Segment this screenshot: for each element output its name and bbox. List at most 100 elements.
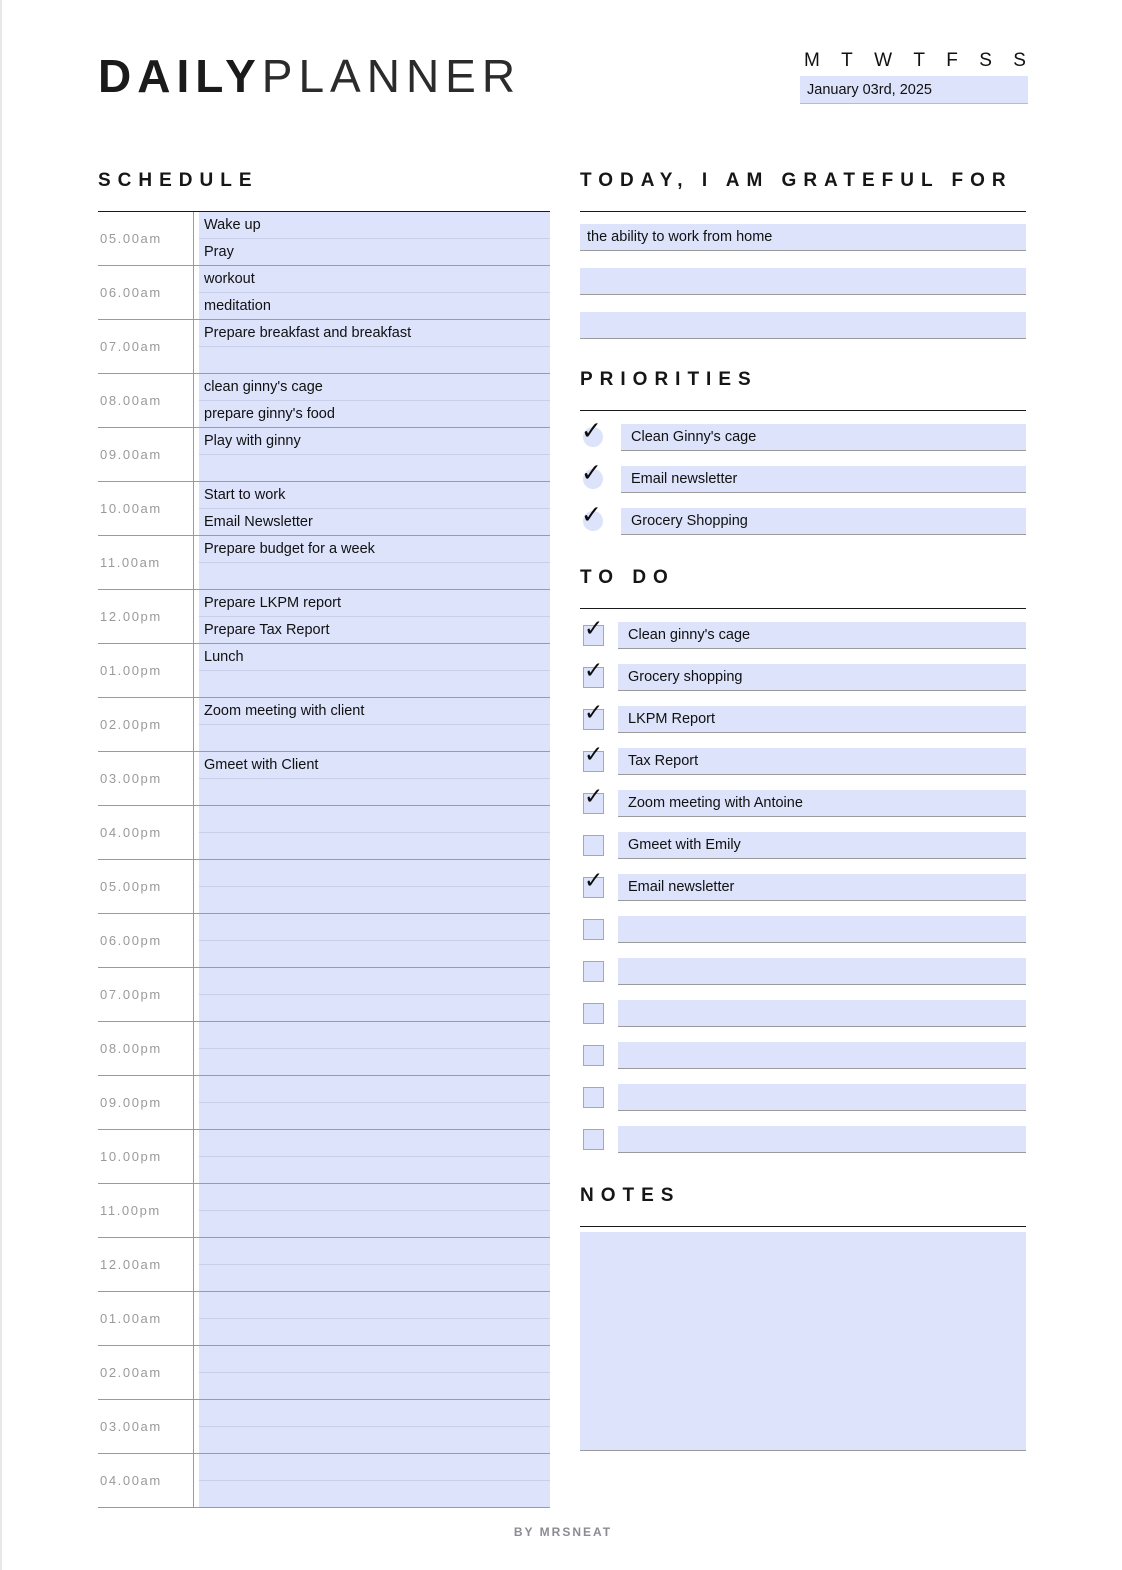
todo-item-input[interactable]	[618, 1084, 1026, 1111]
schedule-entry-input[interactable]	[199, 1372, 550, 1399]
schedule-entry-input[interactable]: Gmeet with Client	[199, 752, 550, 779]
schedule-entry-input[interactable]: Email Newsletter	[199, 508, 550, 535]
schedule-entry-input[interactable]: Start to work	[199, 482, 550, 509]
schedule-time-text: 07.00pm	[100, 987, 162, 1002]
schedule-entry-input[interactable]	[199, 1156, 550, 1183]
schedule-entry-input[interactable]	[199, 806, 550, 833]
schedule-entry-input[interactable]	[199, 670, 550, 697]
priority-item-input[interactable]: Grocery Shopping	[621, 508, 1026, 535]
checkbox-unchecked[interactable]	[583, 961, 604, 982]
schedule-entry-input[interactable]	[199, 1454, 550, 1481]
weekday-mon[interactable]: M	[804, 50, 820, 72]
schedule-entry-input[interactable]	[199, 1238, 550, 1265]
schedule-entry-input[interactable]	[199, 968, 550, 995]
schedule-entry-input[interactable]	[199, 1102, 550, 1129]
schedule-entry-input[interactable]	[199, 1210, 550, 1237]
schedule-entry-input[interactable]	[199, 724, 550, 751]
schedule-entry-input[interactable]	[199, 1426, 550, 1453]
schedule-entry-input[interactable]	[199, 1346, 550, 1373]
checkbox-unchecked[interactable]	[583, 919, 604, 940]
checkbox-checked[interactable]: ✓	[583, 702, 604, 730]
schedule-entry-group: Zoom meeting with client	[194, 698, 550, 751]
checkbox-checked[interactable]: ✓	[583, 618, 604, 646]
schedule-entry-group	[194, 1292, 550, 1345]
notes-box	[580, 1226, 1026, 1451]
todo-item-input[interactable]: Email newsletter	[618, 874, 1026, 901]
weekday-fri[interactable]: F	[946, 50, 958, 72]
checkbox-checked[interactable]: ✓	[583, 786, 604, 814]
schedule-entry-input[interactable]: Prepare breakfast and breakfast	[199, 320, 550, 347]
weekday-tue[interactable]: T	[841, 50, 853, 72]
checkbox-unchecked[interactable]	[583, 1003, 604, 1024]
schedule-entry-input[interactable]	[199, 940, 550, 967]
checkbox-unchecked[interactable]	[583, 835, 604, 856]
schedule-entry-input[interactable]	[199, 1480, 550, 1507]
gratitude-input[interactable]: the ability to work from home	[580, 224, 1026, 251]
todo-item-input[interactable]	[618, 1042, 1026, 1069]
schedule-entry-input[interactable]	[199, 860, 550, 887]
todo-item-input[interactable]: Clean ginny's cage	[618, 622, 1026, 649]
schedule-entry-input[interactable]: Pray	[199, 238, 550, 265]
schedule-entry-input[interactable]	[199, 1022, 550, 1049]
schedule-entry-input[interactable]	[199, 1400, 550, 1427]
schedule-entry-input[interactable]	[199, 1292, 550, 1319]
checkbox-unchecked[interactable]	[583, 1129, 604, 1150]
checkbox-checked[interactable]: ✓	[581, 418, 603, 447]
schedule-entry-input[interactable]: prepare ginny's food	[199, 400, 550, 427]
todo-item-input[interactable]	[618, 958, 1026, 985]
weekday-sun[interactable]: S	[1013, 50, 1026, 72]
todo-item-input[interactable]: Tax Report	[618, 748, 1026, 775]
schedule-entry-input[interactable]: clean ginny's cage	[199, 374, 550, 401]
schedule-entry-input[interactable]: Prepare budget for a week	[199, 536, 550, 563]
schedule-entry-input[interactable]	[199, 346, 550, 373]
checkbox-checked[interactable]: ✓	[583, 744, 604, 772]
schedule-entry-input[interactable]: meditation	[199, 292, 550, 319]
weekday-wed[interactable]: W	[874, 50, 892, 72]
checkbox-checked[interactable]: ✓	[581, 502, 603, 531]
schedule-entry-input[interactable]	[199, 1076, 550, 1103]
schedule-entry-input[interactable]	[199, 832, 550, 859]
schedule-entry-input[interactable]	[199, 1130, 550, 1157]
schedule-entry-input[interactable]	[199, 1184, 550, 1211]
todo-item-input[interactable]: Zoom meeting with Antoine	[618, 790, 1026, 817]
todo-item-input[interactable]	[618, 1000, 1026, 1027]
todo-item-input[interactable]: Grocery shopping	[618, 664, 1026, 691]
schedule-entry-input[interactable]	[199, 1048, 550, 1075]
schedule-entry-input[interactable]	[199, 562, 550, 589]
priority-item-input[interactable]: Clean Ginny's cage	[621, 424, 1026, 451]
gratitude-input[interactable]	[580, 268, 1026, 295]
schedule-entry-input[interactable]: Lunch	[199, 644, 550, 671]
todo-item-input[interactable]	[618, 916, 1026, 943]
schedule-entry-input[interactable]: Wake up	[199, 212, 550, 239]
weekday-sat[interactable]: S	[979, 50, 992, 72]
checkbox-checked[interactable]: ✓	[583, 870, 604, 898]
schedule-entry-input[interactable]	[199, 1318, 550, 1345]
todo-item-input[interactable]: Gmeet with Emily	[618, 832, 1026, 859]
checkbox-checked[interactable]: ✓	[581, 460, 603, 489]
weekday-thu[interactable]: T	[913, 50, 925, 72]
notes-input[interactable]	[580, 1232, 1026, 1451]
schedule-entry-input[interactable]	[199, 778, 550, 805]
todo-item-input[interactable]	[618, 1126, 1026, 1153]
schedule-entry-input[interactable]: Prepare LKPM report	[199, 590, 550, 617]
schedule-entry-group: Wake up Pray	[194, 212, 550, 265]
priority-item-input[interactable]: Email newsletter	[621, 466, 1026, 493]
schedule-entry-input[interactable]: workout	[199, 266, 550, 293]
schedule-entry-input[interactable]: Prepare Tax Report	[199, 616, 550, 643]
schedule-entry-input[interactable]	[199, 914, 550, 941]
date-input[interactable]: January 03rd, 2025	[800, 76, 1028, 104]
schedule-hour-row: 07.00pm	[98, 968, 550, 1022]
todo-heading: TO DO	[580, 567, 675, 588]
checkbox-unchecked[interactable]	[583, 1045, 604, 1066]
schedule-entry-input[interactable]	[199, 454, 550, 481]
schedule-entry-input[interactable]: Zoom meeting with client	[199, 698, 550, 725]
checkbox-checked[interactable]: ✓	[583, 660, 604, 688]
schedule-entry-input[interactable]	[199, 886, 550, 913]
schedule-hour-row: 09.00am Play with ginny	[98, 428, 550, 482]
schedule-entry-input[interactable]: Play with ginny	[199, 428, 550, 455]
todo-item-input[interactable]: LKPM Report	[618, 706, 1026, 733]
schedule-entry-input[interactable]	[199, 994, 550, 1021]
gratitude-input[interactable]	[580, 312, 1026, 339]
checkbox-unchecked[interactable]	[583, 1087, 604, 1108]
schedule-entry-input[interactable]	[199, 1264, 550, 1291]
